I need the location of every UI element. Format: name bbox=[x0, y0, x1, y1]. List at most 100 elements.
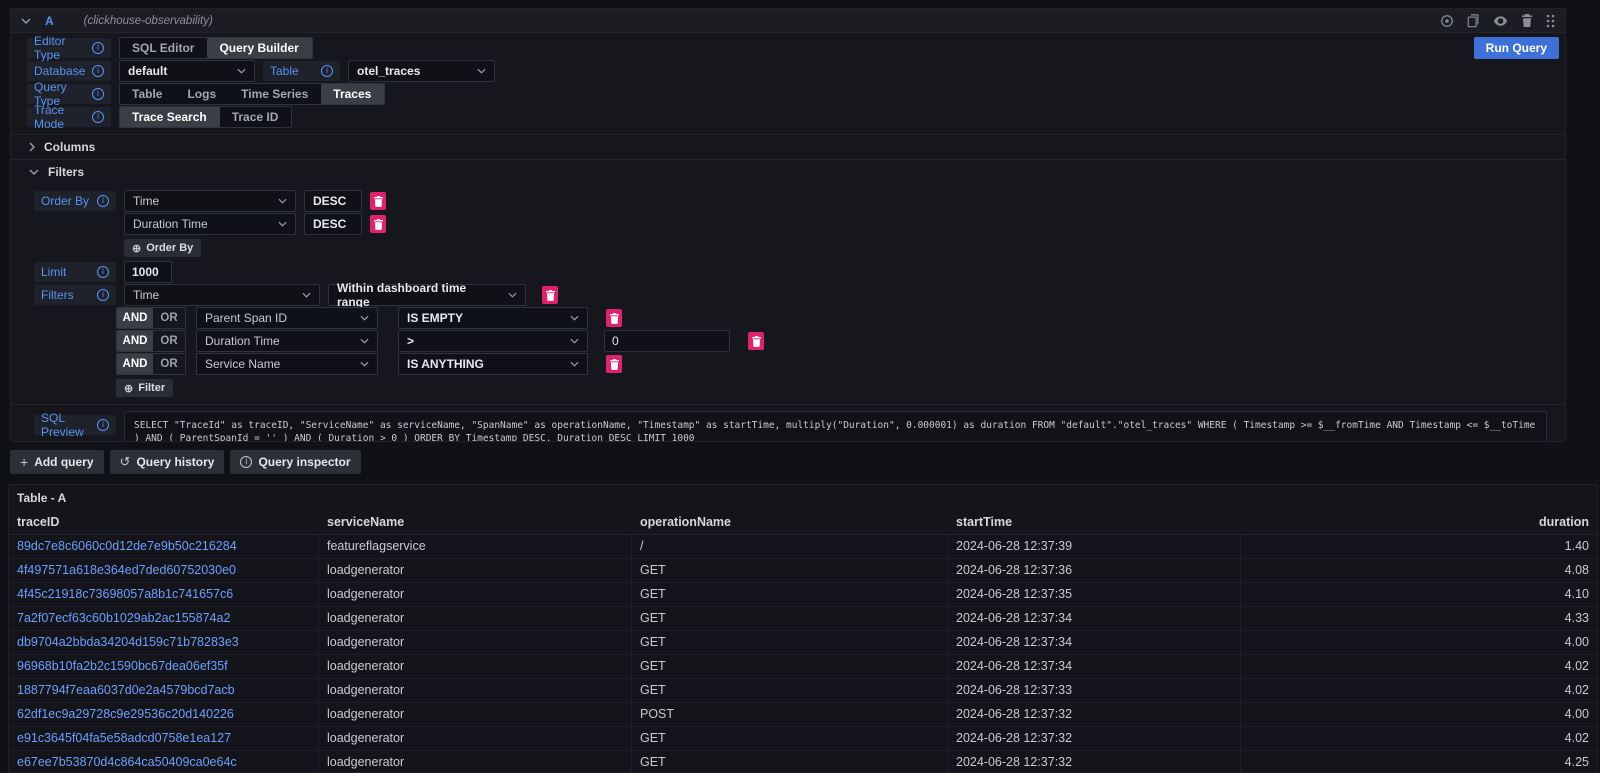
collapse-chevron-down-icon[interactable] bbox=[21, 18, 31, 24]
duration-cell: 4.33 bbox=[1241, 607, 1597, 630]
query-type-label: Query Type bbox=[27, 84, 111, 104]
filter-operator-select[interactable]: IS EMPTY bbox=[398, 307, 588, 329]
start-time-cell: 2024-06-28 12:37:34 bbox=[948, 607, 1241, 630]
columns-section-header[interactable]: Columns bbox=[11, 134, 1565, 159]
trace-id-link[interactable]: 1887794f7eaa6037d0e2a4579bcd7acb bbox=[17, 683, 235, 697]
or-option[interactable]: OR bbox=[153, 354, 185, 374]
add-order-by-button[interactable]: Order By bbox=[124, 239, 201, 257]
trace-id-link[interactable]: db9704a2bbda34204d159c71b78283e3 bbox=[17, 635, 239, 649]
query-header-actions bbox=[1440, 14, 1555, 28]
trace-id-link[interactable]: 4f497571a618e364ed7ded60752030e0 bbox=[17, 563, 236, 577]
duration-cell: 4.00 bbox=[1241, 703, 1597, 726]
query-type-row: Query Type Table Logs Time Series Traces bbox=[11, 83, 1565, 105]
column-header-operation-name[interactable]: operationName bbox=[632, 511, 948, 534]
remove-filter-button[interactable] bbox=[748, 332, 764, 350]
query-ref-id: A bbox=[45, 14, 54, 28]
and-option[interactable]: AND bbox=[117, 354, 153, 374]
trash-icon bbox=[546, 290, 555, 301]
query-footer-buttons: Add query Query history Query inspector bbox=[10, 450, 361, 474]
and-or-toggle: AND OR bbox=[116, 353, 186, 375]
trash-icon[interactable] bbox=[1521, 14, 1533, 28]
filter-operator-select[interactable]: Within dashboard time range bbox=[328, 284, 526, 306]
panel-title[interactable]: Table - A bbox=[9, 485, 1597, 511]
filter-field-select[interactable]: Service Name bbox=[196, 353, 378, 375]
info-icon[interactable] bbox=[97, 195, 109, 207]
chevron-down-icon bbox=[570, 338, 579, 344]
editor-type-row: Editor Type SQL Editor Query Builder Run… bbox=[11, 37, 1565, 59]
info-icon[interactable] bbox=[92, 65, 104, 77]
trace-id-link[interactable]: 4f45c21918c73698057a8b1c741657c6 bbox=[17, 587, 233, 601]
add-order-by-row: Order By bbox=[11, 239, 1565, 257]
info-icon[interactable] bbox=[92, 111, 104, 123]
filter-field-select[interactable]: Parent Span ID bbox=[196, 307, 378, 329]
info-icon[interactable] bbox=[92, 42, 104, 54]
or-option[interactable]: OR bbox=[153, 331, 185, 351]
trace-id-cell: e67ee7b53870d4c864ca50409ca0e64c bbox=[9, 751, 319, 773]
info-icon[interactable] bbox=[97, 266, 109, 278]
trace-search-option[interactable]: Trace Search bbox=[120, 107, 220, 127]
column-header-service-name[interactable]: serviceName bbox=[319, 511, 632, 534]
query-type-time-series[interactable]: Time Series bbox=[229, 84, 321, 104]
trace-id-link[interactable]: 62df1ec9a29728c9e29536c20d140226 bbox=[17, 707, 234, 721]
column-header-trace-id[interactable]: traceID bbox=[9, 511, 319, 534]
query-type-table[interactable]: Table bbox=[120, 84, 175, 104]
column-header-start-time[interactable]: startTime bbox=[948, 511, 1241, 534]
query-type-switch: Table Logs Time Series Traces bbox=[119, 83, 385, 105]
filter-value-input[interactable] bbox=[604, 330, 730, 352]
order-by-field-select[interactable]: Time bbox=[124, 190, 296, 212]
and-option[interactable]: AND bbox=[117, 308, 153, 328]
query-history-button[interactable]: Query history bbox=[110, 450, 225, 474]
info-icon[interactable] bbox=[97, 419, 109, 431]
filter-operator-select[interactable]: IS ANYTHING bbox=[398, 353, 588, 375]
remove-filter-button[interactable] bbox=[606, 355, 622, 373]
trace-id-link[interactable]: e67ee7b53870d4c864ca50409ca0e64c bbox=[17, 755, 237, 769]
info-icon[interactable] bbox=[321, 65, 333, 77]
trace-id-option[interactable]: Trace ID bbox=[220, 107, 292, 127]
table-row: 4f497571a618e364ed7ded60752030e0 loadgen… bbox=[9, 559, 1597, 583]
query-builder-option[interactable]: Query Builder bbox=[207, 38, 311, 58]
trace-id-link[interactable]: 7a2f07ecf63c60b1029ab2ac155874a2 bbox=[17, 611, 230, 625]
filter-field-select[interactable]: Time bbox=[124, 284, 320, 306]
info-icon[interactable] bbox=[92, 88, 104, 100]
remove-order-by-button[interactable] bbox=[370, 215, 386, 233]
add-filter-button[interactable]: Filter bbox=[116, 379, 173, 397]
duration-cell: 4.08 bbox=[1241, 559, 1597, 582]
eye-icon[interactable] bbox=[1493, 15, 1508, 27]
table-row: 62df1ec9a29728c9e29536c20d140226 loadgen… bbox=[9, 703, 1597, 727]
filter-field-select[interactable]: Duration Time bbox=[196, 330, 378, 352]
column-header-duration[interactable]: duration bbox=[1241, 511, 1597, 534]
trace-id-cell: e91c3645f04fa5e58adcd0758e1ea127 bbox=[9, 727, 319, 750]
or-option[interactable]: OR bbox=[153, 308, 185, 328]
start-time-cell: 2024-06-28 12:37:35 bbox=[948, 583, 1241, 606]
query-type-logs[interactable]: Logs bbox=[175, 84, 229, 104]
trace-id-cell: 7a2f07ecf63c60b1029ab2ac155874a2 bbox=[9, 607, 319, 630]
order-by-field-select[interactable]: Duration Time bbox=[124, 213, 296, 235]
add-query-button[interactable]: Add query bbox=[10, 450, 104, 474]
database-select[interactable]: default bbox=[119, 60, 255, 82]
trace-id-link[interactable]: 96968b10fa2b2c1590bc67dea06ef35f bbox=[17, 659, 228, 673]
run-query-button[interactable]: Run Query bbox=[1474, 37, 1559, 59]
query-inspector-button[interactable]: Query inspector bbox=[230, 450, 360, 474]
trace-id-link[interactable]: e91c3645f04fa5e58adcd0758e1ea127 bbox=[17, 731, 231, 745]
table-row: 1887794f7eaa6037d0e2a4579bcd7acb loadgen… bbox=[9, 679, 1597, 703]
order-by-direction-select[interactable]: DESC bbox=[304, 213, 362, 235]
table-select[interactable]: otel_traces bbox=[348, 60, 495, 82]
remove-filter-button[interactable] bbox=[542, 286, 558, 304]
and-or-toggle: AND OR bbox=[116, 330, 186, 352]
drag-handle-icon[interactable] bbox=[1546, 14, 1555, 28]
dot-circle-icon[interactable] bbox=[1440, 14, 1454, 28]
remove-order-by-button[interactable] bbox=[370, 192, 386, 210]
remove-filter-button[interactable] bbox=[606, 309, 622, 327]
filter-operator-select[interactable]: > bbox=[398, 330, 588, 352]
filters-section-header[interactable]: Filters bbox=[11, 159, 1565, 184]
order-by-direction-select[interactable]: DESC bbox=[304, 190, 362, 212]
sql-editor-option[interactable]: SQL Editor bbox=[120, 38, 207, 58]
copy-query-icon[interactable] bbox=[1467, 14, 1480, 28]
table-label: Table bbox=[263, 61, 340, 81]
trace-id-link[interactable]: 89dc7e8c6060c0d12de7e9b50c216284 bbox=[17, 539, 237, 553]
and-option[interactable]: AND bbox=[117, 331, 153, 351]
limit-input[interactable] bbox=[124, 261, 172, 283]
query-type-traces[interactable]: Traces bbox=[321, 84, 384, 104]
datasource-name: (clickhouse-observability) bbox=[84, 15, 213, 27]
info-icon[interactable] bbox=[97, 289, 109, 301]
